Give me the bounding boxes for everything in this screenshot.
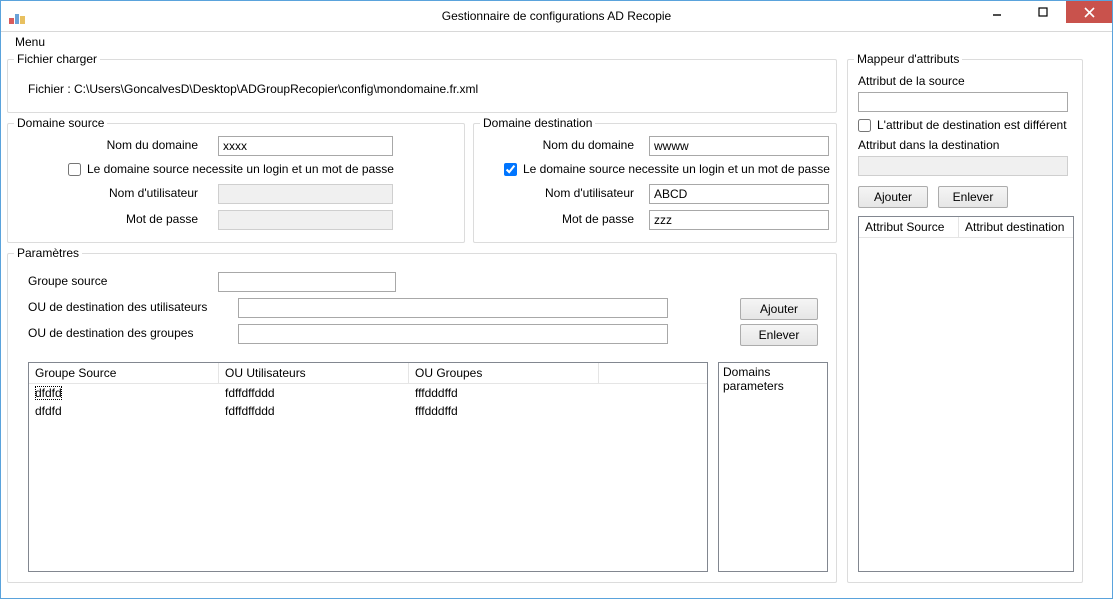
label-source-pass: Mot de passe [48,212,198,226]
group-legend: Domaine destination [480,116,595,130]
checkbox-dest-needs-login-box[interactable] [504,163,517,176]
params-treeview[interactable]: Domains parameters [718,362,828,572]
col-ou-users[interactable]: OU Utilisateurs [219,363,409,383]
checkbox-label: Le domaine source necessite un login et … [523,162,830,176]
input-ou-groups[interactable] [238,324,668,344]
window-title: Gestionnaire de configurations AD Recopi… [1,9,1112,23]
tree-node[interactable]: Domains [723,365,823,379]
group-domaine-source: Domaine source Nom du domaine Le domaine… [7,123,465,243]
input-group-source[interactable] [218,272,396,292]
input-source-user [218,184,393,204]
col-attr-dest[interactable]: Attribut destination [959,217,1073,237]
params-listview[interactable]: Groupe Source OU Utilisateurs OU Groupes… [28,362,708,572]
maximize-icon [1038,7,1048,17]
mapper-remove-button[interactable]: Enlever [938,186,1008,208]
file-path: C:\Users\GoncalvesD\Desktop\ADGroupRecop… [74,82,478,96]
group-legend: Domaine source [14,116,107,130]
cell: fffdddffd [409,384,599,402]
listview-header: Groupe Source OU Utilisateurs OU Groupes [29,363,707,384]
cell: fdffdffddd [219,384,409,402]
mapper-add-button[interactable]: Ajouter [858,186,928,208]
close-icon [1084,7,1095,18]
checkbox-label: Le domaine source necessite un login et … [87,162,394,176]
label-source-user: Nom d'utilisateur [48,186,198,200]
table-row[interactable]: dfdfd fdffdffddd fffdddffd [29,402,707,420]
input-dest-pass[interactable] [649,210,829,230]
checkbox-dest-needs-login[interactable]: Le domaine source necessite un login et … [504,162,830,176]
file-prefix: Fichier : [28,82,74,96]
tree-node[interactable]: parameters [723,379,823,393]
input-src-attr[interactable] [858,92,1068,112]
group-domaine-destination: Domaine destination Nom du domaine Le do… [473,123,837,243]
group-fichier-charger: Fichier charger Fichier : C:\Users\Gonca… [7,59,837,113]
label-group-source: Groupe source [28,274,107,288]
window-buttons [974,1,1112,23]
group-parametres: Paramètres Groupe source OU de destinati… [7,253,837,583]
menu-bar: Menu [1,32,1112,54]
label-dest-pass: Mot de passe [484,212,634,226]
params-add-button[interactable]: Ajouter [740,298,818,320]
input-ou-users[interactable] [238,298,668,318]
checkbox-source-needs-login-box[interactable] [68,163,81,176]
client-area: Fichier charger Fichier : C:\Users\Gonca… [1,53,1112,598]
cell: dfdfd [35,386,62,400]
app-icon [9,8,25,24]
col-spacer [599,363,707,383]
maximize-button[interactable] [1020,1,1066,23]
title-bar: Gestionnaire de configurations AD Recopi… [1,1,1112,32]
minimize-icon [992,7,1002,17]
label-ou-users: OU de destination des utilisateurs [28,300,207,314]
close-button[interactable] [1066,1,1112,23]
input-dst-attr [858,156,1068,176]
input-dest-domain[interactable] [649,136,829,156]
cell: fffdddffd [409,402,599,420]
col-attr-source[interactable]: Attribut Source [859,217,959,237]
cell: dfdfd [29,402,219,420]
label-dst-attr: Attribut dans la destination [858,138,999,152]
mapper-listview[interactable]: Attribut Source Attribut destination [858,216,1074,572]
file-label: Fichier : C:\Users\GoncalvesD\Desktop\AD… [28,82,478,96]
input-dest-user[interactable] [649,184,829,204]
label-dest-user: Nom d'utilisateur [484,186,634,200]
col-ou-groups[interactable]: OU Groupes [409,363,599,383]
input-source-domain[interactable] [218,136,393,156]
group-legend: Mappeur d'attributs [854,52,962,66]
params-remove-button[interactable]: Enlever [740,324,818,346]
label-src-attr: Attribut de la source [858,74,965,88]
minimize-button[interactable] [974,1,1020,23]
menu-item-menu[interactable]: Menu [9,34,51,50]
checkbox-label: L'attribut de destination est différent [877,118,1067,132]
label-ou-groups: OU de destination des groupes [28,326,193,340]
label-dest-domain: Nom du domaine [484,138,634,152]
col-group-source[interactable]: Groupe Source [29,363,219,383]
label-domain-name: Nom du domaine [48,138,198,152]
group-legend: Fichier charger [14,52,100,66]
listview-header: Attribut Source Attribut destination [859,217,1073,238]
checkbox-attr-diff[interactable]: L'attribut de destination est différent [858,118,1067,132]
table-row[interactable]: dfdfd fdffdffddd fffdddffd [29,384,707,402]
group-legend: Paramètres [14,246,82,260]
checkbox-attr-diff-box[interactable] [858,119,871,132]
app-window: Gestionnaire de configurations AD Recopi… [0,0,1113,599]
input-source-pass [218,210,393,230]
cell: fdffdffddd [219,402,409,420]
listview-body: dfdfd fdffdffddd fffdddffd dfdfd fdffdff… [29,384,707,420]
checkbox-source-needs-login[interactable]: Le domaine source necessite un login et … [68,162,394,176]
group-mappeur-attributs: Mappeur d'attributs Attribut de la sourc… [847,59,1083,583]
